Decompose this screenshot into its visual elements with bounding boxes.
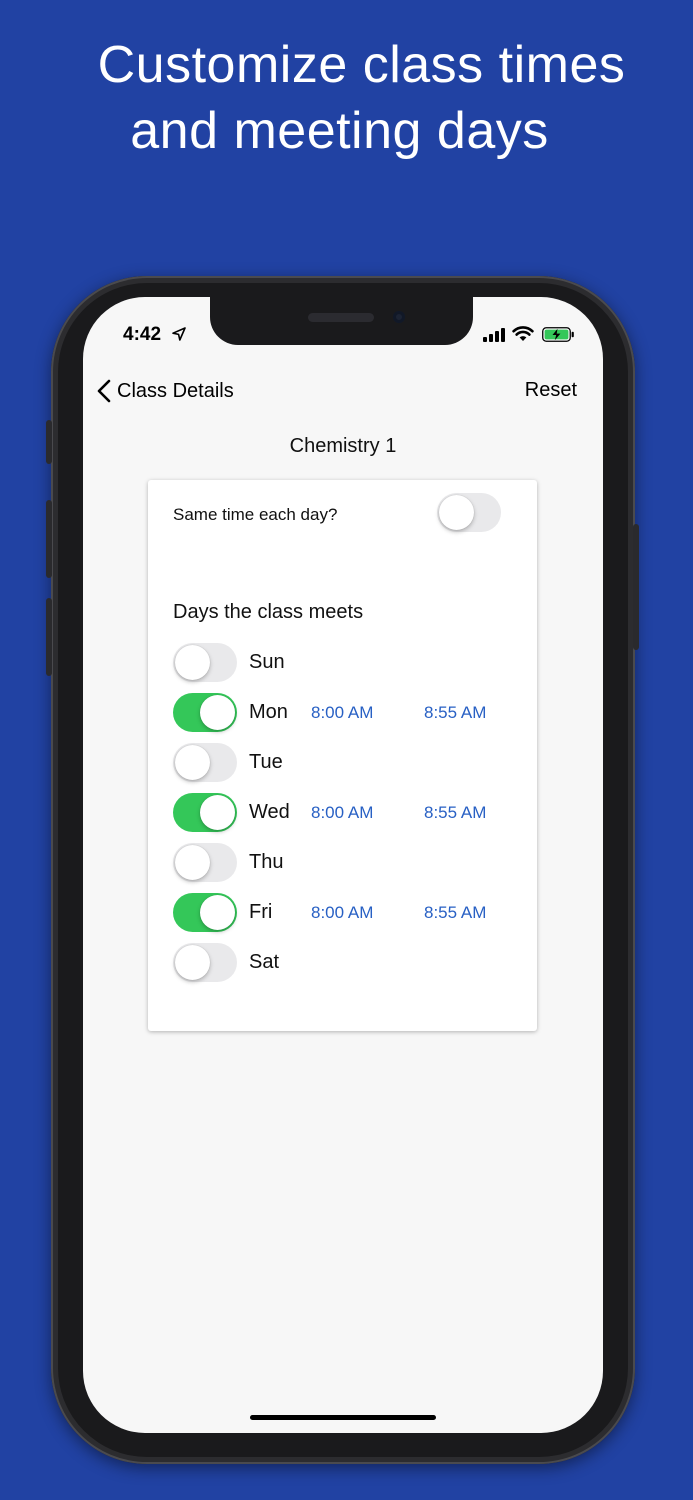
end-time-fri[interactable]: 8:55 AM (424, 903, 486, 923)
start-time-fri[interactable]: 8:00 AM (311, 903, 373, 923)
day-toggle-mon[interactable] (173, 693, 237, 732)
battery-charging-icon (542, 327, 574, 342)
day-row-tue: Tue (173, 743, 523, 782)
day-label-mon: Mon (249, 701, 288, 723)
day-toggle-fri[interactable] (173, 893, 237, 932)
day-row-thu: Thu (173, 843, 523, 882)
day-label-sun: Sun (249, 651, 285, 673)
headline-line-2: and meeting days (130, 102, 549, 160)
start-time-wed[interactable]: 8:00 AM (311, 803, 373, 823)
toggle-knob (175, 745, 210, 780)
back-button-label: Class Details (117, 379, 234, 402)
toggle-knob (200, 695, 235, 730)
earpiece-speaker (308, 313, 374, 322)
toggle-knob (439, 495, 474, 530)
chevron-left-icon (97, 379, 111, 403)
day-label-thu: Thu (249, 851, 284, 873)
day-toggle-thu[interactable] (173, 843, 237, 882)
phone-volume-up-button (46, 500, 52, 578)
days-section-title: Days the class meets (173, 601, 364, 623)
signal-bars-icon (483, 328, 505, 342)
front-camera (393, 311, 405, 323)
phone-volume-down-button (46, 598, 52, 676)
day-row-sun: Sun (173, 643, 523, 682)
day-toggle-tue[interactable] (173, 743, 237, 782)
phone-power-button (633, 524, 639, 650)
headline-line-1: Customize class times (97, 36, 626, 94)
notch (210, 297, 473, 345)
day-row-wed: Wed 8:00 AM 8:55 AM (173, 793, 523, 832)
home-indicator[interactable] (250, 1415, 436, 1420)
schedule-card: Same time each day? Days the class meets… (148, 480, 537, 1031)
day-label-fri: Fri (249, 901, 273, 923)
page-title: Chemistry 1 (289, 435, 397, 457)
toggle-knob (175, 845, 210, 880)
same-time-toggle[interactable] (437, 493, 501, 532)
end-time-wed[interactable]: 8:55 AM (424, 803, 486, 823)
toggle-knob (175, 945, 210, 980)
toggle-knob (200, 895, 235, 930)
day-row-fri: Fri 8:00 AM 8:55 AM (173, 893, 523, 932)
day-toggle-wed[interactable] (173, 793, 237, 832)
toggle-knob (200, 795, 235, 830)
location-arrow-icon (172, 327, 186, 341)
day-label-sat: Sat (249, 951, 280, 973)
toggle-knob (175, 645, 210, 680)
day-toggle-sun[interactable] (173, 643, 237, 682)
phone-silent-switch (46, 420, 52, 464)
wifi-icon (512, 326, 534, 341)
phone-screen: 4:42 Class Details Reset Chemistry 1 Sam… (83, 297, 603, 1433)
end-time-mon[interactable]: 8:55 AM (424, 703, 486, 723)
day-row-sat: Sat (173, 943, 523, 982)
same-time-label: Same time each day? (173, 505, 338, 524)
marketing-headline: Customize class times and meeting days (0, 32, 693, 164)
back-button[interactable]: Class Details (97, 376, 234, 406)
day-toggle-sat[interactable] (173, 943, 237, 982)
day-label-wed: Wed (249, 801, 290, 823)
start-time-mon[interactable]: 8:00 AM (311, 703, 373, 723)
day-row-mon: Mon 8:00 AM 8:55 AM (173, 693, 523, 732)
reset-button[interactable]: Reset (525, 379, 577, 402)
day-label-tue: Tue (249, 751, 283, 773)
status-time: 4:42 (123, 324, 162, 345)
